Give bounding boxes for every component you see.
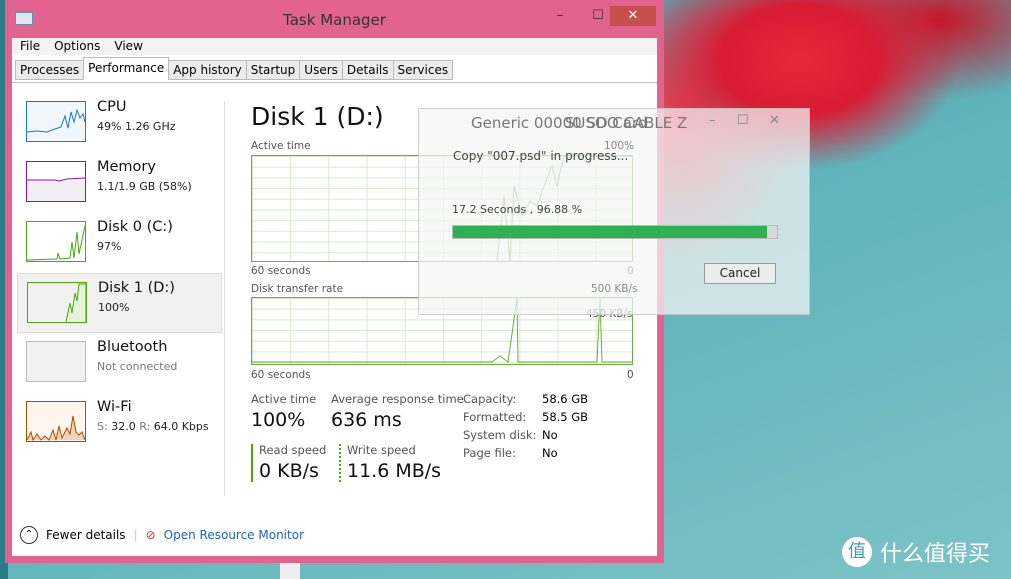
disk0-value: 97% [97,240,122,253]
read-speed-marker [251,444,253,482]
avg-response-value: 636 ms [331,409,402,431]
footer-divider: | [133,528,138,542]
menu-options[interactable]: Options [54,39,100,55]
memory-thumbnail [26,161,86,202]
wifi-send-label: S: [97,420,108,433]
transfer-graph-duration: 60 seconds [251,369,311,381]
bluetooth-status: Not connected [97,360,178,373]
open-resource-monitor-link[interactable]: Open Resource Monitor [164,528,304,542]
transfer-graph-label: Disk transfer rate [251,283,344,295]
active-time-graph-duration: 60 seconds [251,265,311,277]
footer: ⌃ Fewer details | ⊘ Open Resource Monito… [20,526,304,544]
active-time-label: Active time [251,392,317,406]
disk1-value: 100% [98,301,130,314]
active-time-graph-label: Active time [251,140,311,152]
menu-view[interactable]: View [114,39,142,55]
tab-processes[interactable]: Processes [15,60,85,80]
active-time-value: 100% [251,409,306,431]
bluetooth-label: Bluetooth [97,339,168,355]
maximize-button[interactable]: ☐ [583,6,613,26]
write-speed-marker [339,444,341,482]
tab-services[interactable]: Services [392,60,454,80]
read-speed-label: Read speed [259,443,327,457]
page-file-value: No [542,446,558,460]
write-speed-value: 11.6 MB/s [347,460,442,482]
tab-app-history[interactable]: App history [168,60,247,80]
tab-performance[interactable]: Performance [83,57,170,80]
cpu-value: 49% 1.26 GHz [97,120,176,133]
wifi-label: Wi-Fi [97,399,132,415]
sidebar-item-wifi[interactable]: Wi-Fi S: 32.0 R: 64.0 Kbps [17,393,222,453]
sidebar-item-disk1[interactable]: Disk 1 (D:) 100% [17,273,222,333]
tab-startup[interactable]: Startup [245,60,301,80]
dialog-title-overlap: SUSOO CABLE Z [565,114,688,132]
page-file-label: Page file: [463,446,516,460]
sidebar-item-bluetooth[interactable]: Bluetooth Not connected [17,333,222,393]
capacity-label: Capacity: [463,392,517,406]
brand-icon: 值 [842,537,872,567]
disk1-thumbnail [27,282,87,323]
copy-progress-bar [452,225,778,239]
cpu-thumbnail [26,101,86,142]
disk1-label: Disk 1 (D:) [98,280,175,296]
resource-list: CPU 49% 1.26 GHz Memory 1.1/1.9 GB (58%)… [17,93,222,453]
dialog-close-button[interactable]: ✕ [769,111,780,131]
disk0-thumbnail [26,221,86,262]
sidebar-item-cpu[interactable]: CPU 49% 1.26 GHz [17,93,222,153]
close-button[interactable]: ✕ [610,6,656,26]
tab-users[interactable]: Users [299,60,343,80]
chevron-up-icon[interactable]: ⌃ [20,526,38,544]
pane-divider[interactable] [224,101,225,496]
minimize-button[interactable]: – [545,6,575,26]
formatted-label: Formatted: [463,410,527,424]
system-disk-value: No [542,428,558,442]
formatted-value: 58.5 GB [542,410,589,424]
memory-value: 1.1/1.9 GB (58%) [97,180,192,193]
memory-label: Memory [97,159,156,175]
read-speed-value: 0 KB/s [259,460,319,482]
brand-text: 什么值得买 [880,542,991,567]
sidebar-item-disk0[interactable]: Disk 0 (C:) 97% [17,213,222,273]
transfer-graph-min: 0 [627,369,634,381]
transfer-graph-max: 500 KB/s [591,283,638,295]
cpu-label: CPU [97,99,127,115]
capacity-value: 58.6 GB [542,392,589,406]
avg-response-label: Average response time [331,392,464,406]
bluetooth-thumbnail [26,341,86,382]
watermark-logo: 值 什么值得买 [842,536,990,568]
dialog-minimize-button[interactable]: – [709,111,716,131]
disk0-label: Disk 0 (C:) [97,219,173,235]
progress-text: 17.2 Seconds , 96.88 % [452,203,583,216]
tab-bar: Processes Performance App history Startu… [15,57,454,80]
menu-bar: File Options View [12,38,657,55]
system-disk-label: System disk: [463,428,537,442]
wifi-value: S: 32.0 R: 64.0 Kbps [97,420,209,433]
copy-message: Copy "007.psd" in progress... [453,149,629,163]
wifi-receive-label: R: [139,420,151,433]
dialog-maximize-button[interactable]: ☐ [737,111,749,131]
write-speed-label: Write speed [347,443,416,457]
wifi-send-value: 32.0 [111,420,136,433]
tab-details[interactable]: Details [341,60,394,80]
cancel-button[interactable]: Cancel [704,263,776,284]
wifi-receive-value: 64.0 Kbps [153,420,209,433]
resource-monitor-icon: ⊘ [145,528,156,542]
sidebar-item-memory[interactable]: Memory 1.1/1.9 GB (58%) [17,153,222,213]
fewer-details-link[interactable]: Fewer details [46,528,126,542]
title-bar[interactable]: Task Manager – ☐ ✕ [5,0,664,38]
copy-progress-fill [453,226,767,238]
wifi-thumbnail [26,401,86,442]
page-title: Disk 1 (D:) [251,102,384,131]
active-time-graph-max: 100% [604,140,635,152]
menu-file[interactable]: File [20,39,40,55]
